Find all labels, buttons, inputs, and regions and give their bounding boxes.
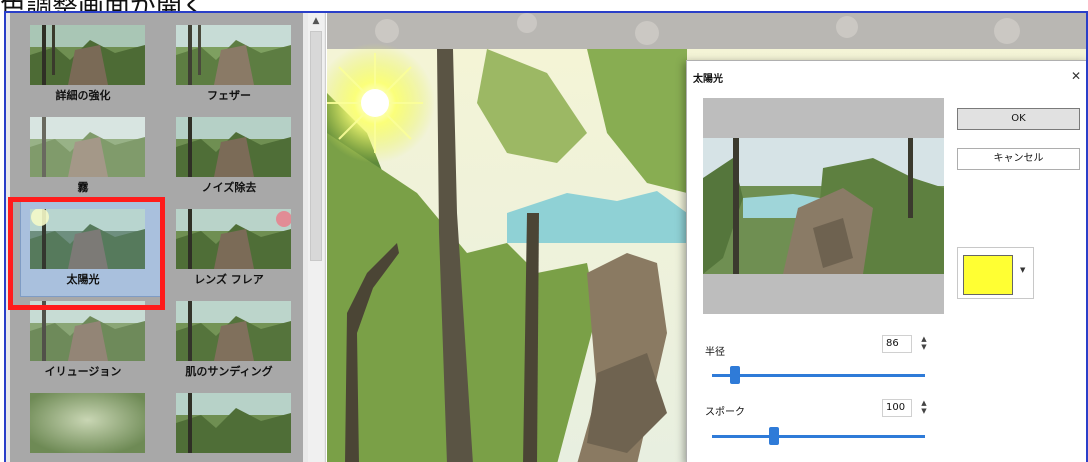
preview-area xyxy=(703,98,944,314)
effect-thumbnail xyxy=(176,117,291,177)
spoke-label: スポーク xyxy=(705,407,745,418)
spoke-spinner[interactable]: ▲ ▼ xyxy=(919,399,929,417)
effect-noise-reduction[interactable]: ノイズ除去 xyxy=(156,105,302,197)
scrollbar-thumb[interactable] xyxy=(310,31,322,261)
gallery-scrollbar[interactable]: ▲ xyxy=(308,13,324,462)
scroll-up-icon[interactable]: ▲ xyxy=(308,13,324,29)
spoke-slider-thumb[interactable] xyxy=(768,427,779,445)
effect-thumbnail xyxy=(176,301,291,361)
effect-thumbnail xyxy=(176,393,291,453)
spoke-input[interactable]: 100 xyxy=(882,399,912,417)
radius-label: 半径 xyxy=(705,347,725,358)
close-icon[interactable]: ✕ xyxy=(1071,69,1081,83)
radius-slider-track[interactable] xyxy=(712,374,925,377)
color-picker[interactable]: ▼ xyxy=(957,247,1034,299)
ok-button[interactable]: OK xyxy=(957,108,1080,130)
effect-thumbnail xyxy=(30,25,145,85)
effect-thumbnail xyxy=(176,25,291,85)
effect-lens-flare[interactable]: レンズ フレア xyxy=(156,197,302,289)
effects-gallery: 詳細の強化 フェザー 霧 ノイズ除去 太陽光 レンズ フレア イリュージョン 肌… xyxy=(6,13,326,462)
effect-tile-partial[interactable] xyxy=(156,381,302,462)
selection-highlight-box xyxy=(8,197,165,310)
dialog-title: 太陽光 xyxy=(693,74,723,85)
effect-label: フェザー xyxy=(207,89,251,102)
radius-input[interactable]: 86 xyxy=(882,335,912,353)
effect-label: レンズ フレア xyxy=(194,273,264,286)
effect-detail-enhance[interactable]: 詳細の強化 xyxy=(10,13,156,105)
radius-spinner[interactable]: ▲ ▼ xyxy=(919,335,929,353)
effect-label: ノイズ除去 xyxy=(201,181,257,194)
effect-thumbnail xyxy=(30,117,145,177)
effect-label: イリュージョン xyxy=(44,365,122,378)
cancel-button[interactable]: キャンセル xyxy=(957,148,1080,170)
effect-thumbnail xyxy=(30,393,145,453)
color-swatch xyxy=(963,255,1013,295)
effect-tile-partial[interactable] xyxy=(10,381,156,462)
effect-label: 詳細の強化 xyxy=(55,89,111,102)
editor-window: 詳細の強化 フェザー 霧 ノイズ除去 太陽光 レンズ フレア イリュージョン 肌… xyxy=(4,11,1088,462)
chevron-down-icon[interactable]: ▼ xyxy=(1020,266,1025,274)
effect-feather[interactable]: フェザー xyxy=(156,13,302,105)
radius-slider-thumb[interactable] xyxy=(730,366,741,384)
effect-fog[interactable]: 霧 xyxy=(10,105,156,197)
sunlight-dialog: 太陽光 ✕ OK キャンセル ▼ 半径 86 ▲ ▼ スポーク 100 ▲ ▼ xyxy=(686,60,1086,462)
effect-label: 霧 xyxy=(77,181,89,194)
effect-thumbnail xyxy=(176,209,291,269)
spoke-slider-track[interactable] xyxy=(712,435,925,438)
preview-image xyxy=(703,138,944,274)
effect-skin-sanding[interactable]: 肌のサンディング xyxy=(156,289,302,381)
effect-thumbnail xyxy=(30,301,145,361)
effect-label: 肌のサンディング xyxy=(185,365,273,378)
